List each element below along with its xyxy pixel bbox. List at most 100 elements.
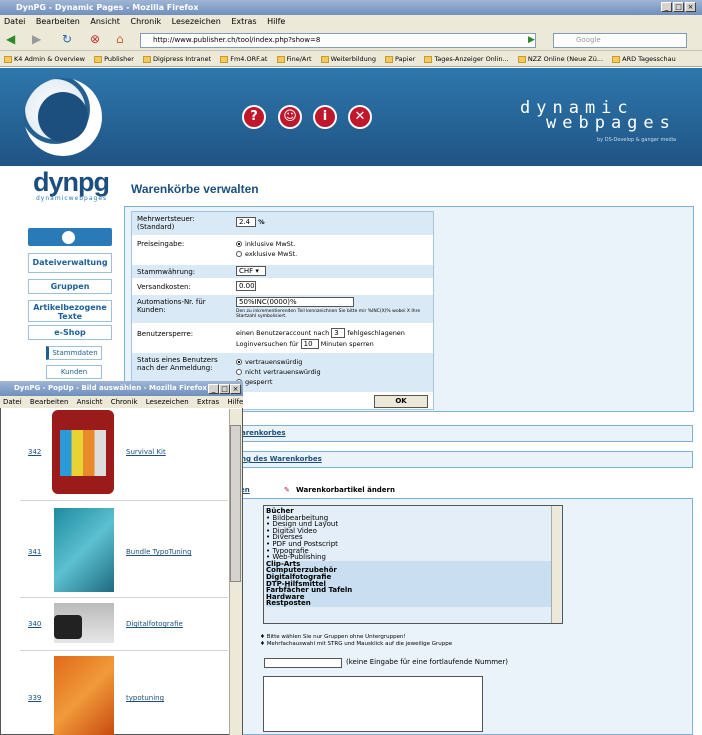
preis-inkl-radio[interactable] — [236, 241, 242, 247]
image-name-341[interactable]: Bundle TypoTuning — [126, 548, 192, 556]
popup-menu-bearbeiten[interactable]: Bearbeiten — [30, 398, 68, 406]
survival-kit-image[interactable] — [52, 410, 114, 494]
sidebar-subitem-kunden[interactable]: Kunden — [46, 365, 102, 379]
list-item[interactable]: • Digital Video — [266, 527, 560, 535]
popup-menu-hilfe[interactable]: Hilfe — [227, 398, 243, 406]
status-nicht-radio[interactable] — [236, 369, 242, 375]
versand-input[interactable]: 0.00 — [236, 281, 256, 291]
bookmark-item[interactable]: NZZ Online (Neue Zü... — [517, 55, 603, 63]
preis-inkl-label: inklusive MwSt. — [245, 240, 296, 248]
image-number-341[interactable]: 341 — [28, 548, 41, 556]
popup-menu-extras[interactable]: Extras — [197, 398, 219, 406]
group-listbox[interactable]: Bücher • Bildbearbeitung • Design und La… — [263, 505, 563, 624]
typotuning-image[interactable] — [54, 656, 114, 735]
logo-text: dynpg — [33, 167, 110, 197]
bookmark-item[interactable]: Fm4.ORF.at — [220, 55, 267, 63]
bookmark-item[interactable]: Papier — [385, 55, 415, 63]
user-icon[interactable]: ☺ — [278, 105, 302, 129]
digitalfotografie-image[interactable] — [54, 603, 114, 643]
popup-minimize-button[interactable]: _ — [208, 384, 219, 394]
popup-maximize-button[interactable]: □ — [219, 384, 230, 394]
image-name-340[interactable]: Digitalfotografie — [126, 620, 183, 628]
sidebar-item-artikeltexte[interactable]: Artikelbezogene Texte — [28, 300, 112, 322]
description-textarea[interactable] — [263, 676, 483, 732]
image-number-340[interactable]: 340 — [28, 620, 41, 628]
article-number-hint: (keine Eingabe für eine fortlaufende Num… — [346, 658, 508, 666]
sidebar-subitem-stammdaten[interactable]: Stammdaten — [46, 346, 102, 360]
popup-close-button[interactable]: × — [230, 384, 241, 394]
listbox-scrollbar[interactable] — [551, 506, 561, 623]
bookmark-item[interactable]: Publisher — [94, 55, 134, 63]
divider — [20, 650, 228, 651]
group-hint: ♦ Bitte wählen Sie nur Gruppen ohne Unte… — [260, 634, 453, 647]
popup-scroll-thumb[interactable] — [230, 425, 241, 582]
menu-chronik[interactable]: Chronik — [130, 17, 161, 26]
info-icon[interactable]: i — [313, 105, 337, 129]
sidebar-item-dateiverwaltung[interactable]: Dateiverwaltung — [28, 253, 112, 273]
preis-label: Preiseingabe: — [137, 240, 185, 248]
bookmark-item[interactable]: Digipress Intranet — [142, 55, 211, 63]
sidebar-item-gruppen[interactable]: Gruppen — [28, 279, 112, 294]
status-opt3-label: gesperrt — [245, 378, 273, 386]
help-icon[interactable]: ? — [242, 105, 266, 129]
menu-ansicht[interactable]: Ansicht — [90, 17, 120, 26]
section-link-1[interactable]: arenkorbes — [236, 425, 693, 442]
popup-menu-datei[interactable]: Datei — [3, 398, 22, 406]
status-label: Status eines Benutzers nach der Anmeldun… — [137, 356, 218, 372]
menu-lesezeichen[interactable]: Lesezeichen — [172, 17, 221, 26]
forward-icon[interactable]: ▶ — [32, 32, 41, 46]
list-item[interactable]: Restposten — [266, 600, 560, 607]
section-link-2[interactable]: ng des Warenkorbes — [236, 451, 693, 468]
sidebar-item-eshop[interactable]: e-Shop — [28, 325, 112, 340]
bookmark-item[interactable]: Tages-Anzeiger Onlin... — [424, 55, 509, 63]
minimize-button[interactable]: _ — [661, 2, 672, 12]
search-input[interactable]: Google — [553, 33, 687, 48]
popup-menu-ansicht[interactable]: Ansicht — [77, 398, 103, 406]
waehrung-select[interactable]: CHF ▾ — [236, 266, 266, 276]
bookmark-item[interactable]: Fine/Art — [276, 55, 312, 63]
popup-menu-chronik[interactable]: Chronik — [111, 398, 138, 406]
address-bar[interactable]: http://www.publisher.ch/tool/index.php?s… — [140, 33, 536, 48]
sperre-text3: Loginversuchen für — [236, 340, 299, 348]
auto-input[interactable]: 50%INC(0000)% — [236, 297, 354, 307]
list-item[interactable]: Farbfächer und Tafeln — [266, 587, 560, 594]
image-name-342[interactable]: Survival Kit — [126, 448, 166, 456]
list-item[interactable]: • PDF und Postscript — [266, 541, 560, 548]
reload-icon[interactable]: ↻ — [62, 32, 72, 46]
go-icon[interactable]: ▶ — [528, 35, 535, 45]
close-window-button[interactable]: × — [685, 2, 696, 12]
sperre-minuten-input[interactable]: 10 — [300, 339, 319, 349]
image-name-339[interactable]: typotuning — [126, 694, 164, 702]
preis-exkl-radio[interactable] — [236, 251, 242, 257]
home-icon[interactable]: ⌂ — [116, 32, 124, 46]
sidebar-home-icon[interactable] — [60, 229, 77, 246]
popup-menu-lesezeichen[interactable]: Lesezeichen — [146, 398, 189, 406]
back-icon[interactable]: ◀ — [6, 32, 15, 46]
sperre-versuche-input[interactable]: 3 — [331, 328, 346, 338]
article-number-input[interactable] — [264, 658, 342, 668]
sperre-text1: einen Benutzeraccount nach — [236, 329, 330, 337]
list-item[interactable]: • Web-Publishing — [266, 554, 560, 561]
menu-extras[interactable]: Extras — [231, 17, 256, 26]
row-auto: Automations-Nr. für Kunden: 50%INC(0000)… — [132, 295, 433, 324]
status-opt1-label: vertrauenswürdig — [245, 358, 303, 366]
stop-icon[interactable]: ⊗ — [90, 32, 100, 46]
tab-warenkorbartikel[interactable]: Warenkorbartikel ändern — [296, 482, 395, 498]
status-vertrauenswuerdig-radio[interactable] — [236, 359, 242, 365]
bookmark-item[interactable]: Weiterbildung — [320, 55, 376, 63]
bookmark-item[interactable]: K4 Admin & Overview — [4, 55, 85, 63]
preis-exkl-label: exklusive MwSt. — [245, 250, 298, 258]
image-number-339[interactable]: 339 — [28, 694, 41, 702]
image-number-342[interactable]: 342 — [28, 448, 41, 456]
waehrung-value: CHF — [239, 267, 254, 275]
logout-icon[interactable]: ✕ — [348, 105, 372, 129]
menu-bearbeiten[interactable]: Bearbeiten — [36, 17, 80, 26]
page-title: Warenkörbe verwalten — [131, 182, 259, 196]
maximize-button[interactable]: □ — [673, 2, 684, 12]
ok-button[interactable]: OK — [374, 395, 428, 408]
typotuning-bundle-image[interactable] — [54, 508, 114, 592]
menu-hilfe[interactable]: Hilfe — [267, 17, 285, 26]
menu-datei[interactable]: Datei — [4, 17, 25, 26]
mwst-input[interactable]: 2.4 — [236, 217, 256, 227]
bookmark-item[interactable]: ARD Tagesschau — [612, 55, 676, 63]
